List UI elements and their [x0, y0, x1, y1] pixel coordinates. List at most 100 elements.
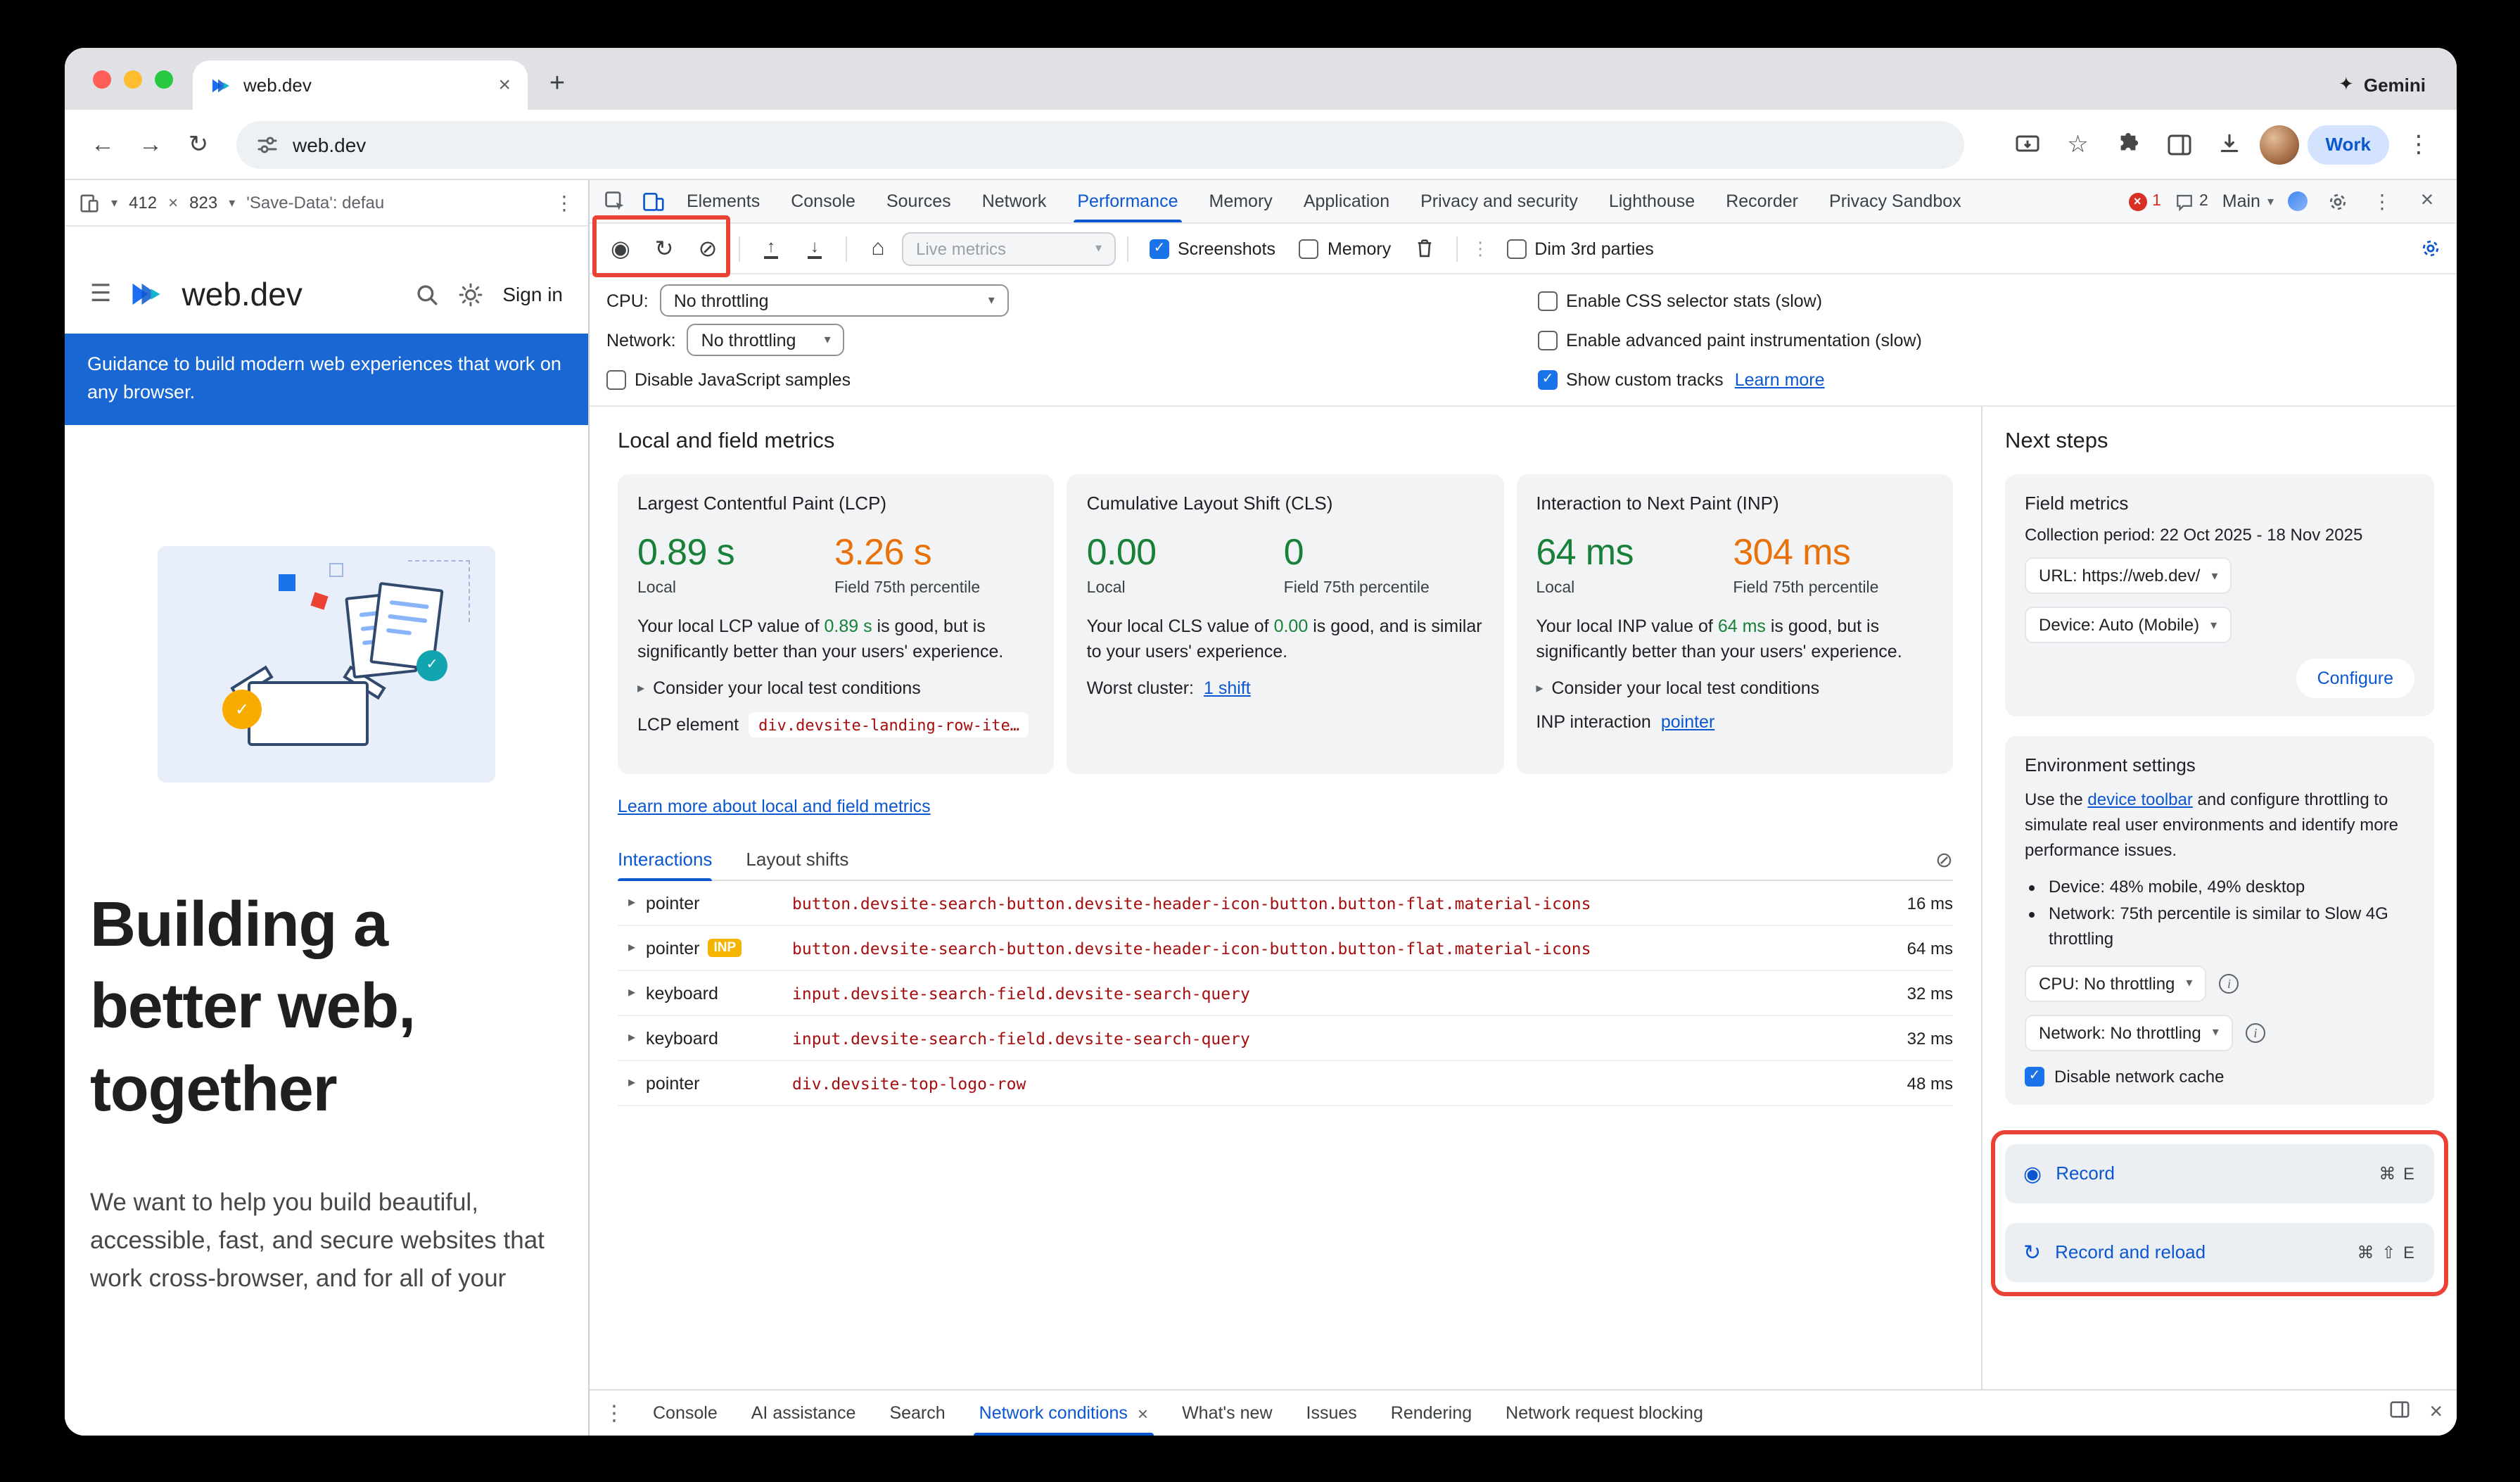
devtools-tab-network[interactable]: Network	[967, 180, 1062, 222]
sidebar-cpu-select[interactable]: CPU: No throttling	[2025, 965, 2206, 1002]
panel-settings-gear-icon[interactable]	[2414, 233, 2445, 264]
devtools-tab-recorder[interactable]: Recorder	[1710, 180, 1814, 222]
network-throttling-select[interactable]: No throttling	[687, 324, 845, 356]
live-metrics-home-button[interactable]	[858, 229, 898, 268]
viewport-height[interactable]: 823	[189, 193, 217, 213]
extensions-icon[interactable]	[2107, 123, 2149, 165]
row-expand-icon[interactable]	[618, 1030, 646, 1046]
record-button-large[interactable]: Record ⌘ E	[2005, 1144, 2434, 1203]
clear-button[interactable]	[688, 229, 727, 268]
load-profile-button[interactable]	[751, 229, 791, 268]
devtools-tab-console[interactable]: Console	[775, 180, 871, 222]
interaction-target-link[interactable]: div.devsite-top-logo-row	[792, 1073, 1866, 1093]
interaction-target-link[interactable]: button.devsite-search-button.devsite-hea…	[792, 938, 1866, 958]
theme-toggle-icon[interactable]	[459, 282, 483, 306]
toolbar-handle-icon[interactable]	[1471, 237, 1489, 260]
profile-button[interactable]: Work	[2307, 125, 2389, 164]
site-settings-icon[interactable]	[256, 133, 279, 156]
tab-layout-shifts[interactable]: Layout shifts	[746, 839, 848, 880]
webdev-logo-icon[interactable]	[129, 276, 165, 312]
sign-in-button[interactable]: Sign in	[502, 283, 563, 305]
inp-interaction-link[interactable]: pointer	[1661, 713, 1714, 733]
interaction-row[interactable]: pointerINPbutton.devsite-search-button.d…	[618, 926, 1953, 971]
avatar[interactable]	[2259, 125, 2298, 164]
interaction-target-link[interactable]: button.devsite-search-button.devsite-hea…	[792, 893, 1866, 913]
drawer-tab-what-s-new[interactable]: What's new	[1165, 1391, 1289, 1436]
window-close-button[interactable]	[93, 70, 111, 89]
collect-garbage-icon[interactable]	[1405, 229, 1444, 268]
bookmark-icon[interactable]	[2056, 123, 2099, 165]
interaction-row[interactable]: keyboardinput.devsite-search-field.devsi…	[618, 1016, 1953, 1061]
row-expand-icon[interactable]	[618, 940, 646, 956]
info-icon[interactable]	[2219, 974, 2239, 994]
devtools-tab-memory[interactable]: Memory	[1194, 180, 1288, 222]
worst-cluster-link[interactable]: 1 shift	[1204, 679, 1251, 699]
console-errors-badge[interactable]: 1	[2128, 192, 2161, 210]
css-selector-stats-checkbox[interactable]: Enable CSS selector stats (slow)	[1538, 291, 1822, 310]
dock-side-icon[interactable]	[2388, 1399, 2410, 1427]
devtools-tab-elements[interactable]: Elements	[671, 180, 775, 222]
interaction-target-link[interactable]: input.devsite-search-field.devsite-searc…	[792, 983, 1866, 1003]
inspect-element-icon[interactable]	[595, 183, 633, 220]
dim-third-parties-checkbox[interactable]: Dim 3rd parties	[1506, 239, 1654, 258]
device-toolbar-link[interactable]: device toolbar	[2087, 790, 2192, 809]
disable-js-samples-checkbox[interactable]: Disable JavaScript samples	[606, 369, 851, 389]
downloads-icon[interactable]	[2208, 123, 2251, 165]
gemini-button[interactable]: Gemini	[2338, 73, 2426, 96]
interaction-row[interactable]: pointerbutton.devsite-search-button.devs…	[618, 881, 1953, 926]
interaction-target-link[interactable]: input.devsite-search-field.devsite-searc…	[792, 1028, 1866, 1048]
client-hints-select[interactable]: 'Save-Data': defau	[246, 193, 384, 213]
record-button[interactable]	[601, 229, 640, 268]
device-select[interactable]: Device: Auto (Mobile)	[2025, 607, 2231, 643]
devtools-tab-privacy-sandbox[interactable]: Privacy Sandbox	[1814, 180, 1977, 222]
device-toolbar-toggle-icon[interactable]	[633, 183, 671, 220]
record-and-reload-button[interactable]	[644, 229, 684, 268]
interaction-row[interactable]: keyboardinput.devsite-search-field.devsi…	[618, 971, 1953, 1016]
clear-interactions-icon[interactable]	[1935, 847, 1953, 872]
new-tab-button[interactable]	[539, 66, 575, 103]
window-zoom-button[interactable]	[155, 70, 173, 89]
address-bar[interactable]: web.dev	[236, 120, 1964, 168]
row-expand-icon[interactable]	[618, 985, 646, 1001]
drawer-tab-rendering[interactable]: Rendering	[1374, 1391, 1489, 1436]
test-conditions-expander[interactable]: Consider your local test conditions	[637, 679, 1035, 699]
devtools-close-icon[interactable]	[2412, 186, 2443, 217]
drawer-tab-console[interactable]: Console	[636, 1391, 734, 1436]
devtools-menu-icon[interactable]	[2367, 186, 2398, 217]
install-icon[interactable]	[2006, 123, 2048, 165]
advanced-paint-checkbox[interactable]: Enable advanced paint instrumentation (s…	[1538, 330, 1922, 350]
devtools-settings-icon[interactable]	[2322, 186, 2353, 217]
device-toolbar-menu-icon[interactable]	[554, 191, 574, 215]
save-profile-button[interactable]	[795, 229, 834, 268]
console-messages-badge[interactable]: 2	[2175, 192, 2208, 210]
drawer-tab-search[interactable]: Search	[872, 1391, 962, 1436]
forward-button[interactable]	[129, 123, 172, 165]
memory-checkbox[interactable]: Memory	[1299, 239, 1391, 258]
drawer-tab-network-conditions[interactable]: Network conditions	[962, 1391, 1165, 1436]
devtools-tab-privacy-and-security[interactable]: Privacy and security	[1405, 180, 1593, 222]
sidebar-network-select[interactable]: Network: No throttling	[2025, 1015, 2233, 1051]
drawer-tab-network-request-blocking[interactable]: Network request blocking	[1489, 1391, 1720, 1436]
window-minimize-button[interactable]	[124, 70, 142, 89]
zoom-select-icon[interactable]	[229, 195, 235, 210]
chevron-down-icon[interactable]	[111, 195, 117, 210]
drawer-tab-close-icon[interactable]	[1138, 1402, 1148, 1424]
url-select[interactable]: URL: https://web.dev/	[2025, 557, 2232, 594]
site-brand[interactable]: web.dev	[182, 275, 303, 313]
search-icon[interactable]	[415, 282, 439, 306]
cpu-throttling-select[interactable]: No throttling	[660, 284, 1009, 317]
devtools-tab-application[interactable]: Application	[1288, 180, 1405, 222]
side-panel-icon[interactable]	[2158, 123, 2200, 165]
custom-tracks-checkbox[interactable]: Show custom tracks	[1538, 369, 1724, 389]
browser-menu-icon[interactable]	[2398, 123, 2440, 165]
info-icon[interactable]	[2246, 1023, 2265, 1043]
tab-interactions[interactable]: Interactions	[618, 839, 712, 880]
configure-button[interactable]: Configure	[2296, 659, 2414, 698]
hamburger-menu-icon[interactable]	[90, 280, 112, 308]
row-expand-icon[interactable]	[618, 895, 646, 911]
disable-network-cache-checkbox[interactable]: Disable network cache	[2025, 1067, 2414, 1087]
row-expand-icon[interactable]	[618, 1075, 646, 1091]
test-conditions-expander[interactable]: Consider your local test conditions	[1536, 679, 1933, 699]
record-and-reload-button-large[interactable]: Record and reload ⌘ ⇧ E	[2005, 1223, 2434, 1282]
learn-more-link[interactable]: Learn more	[1735, 369, 1825, 389]
